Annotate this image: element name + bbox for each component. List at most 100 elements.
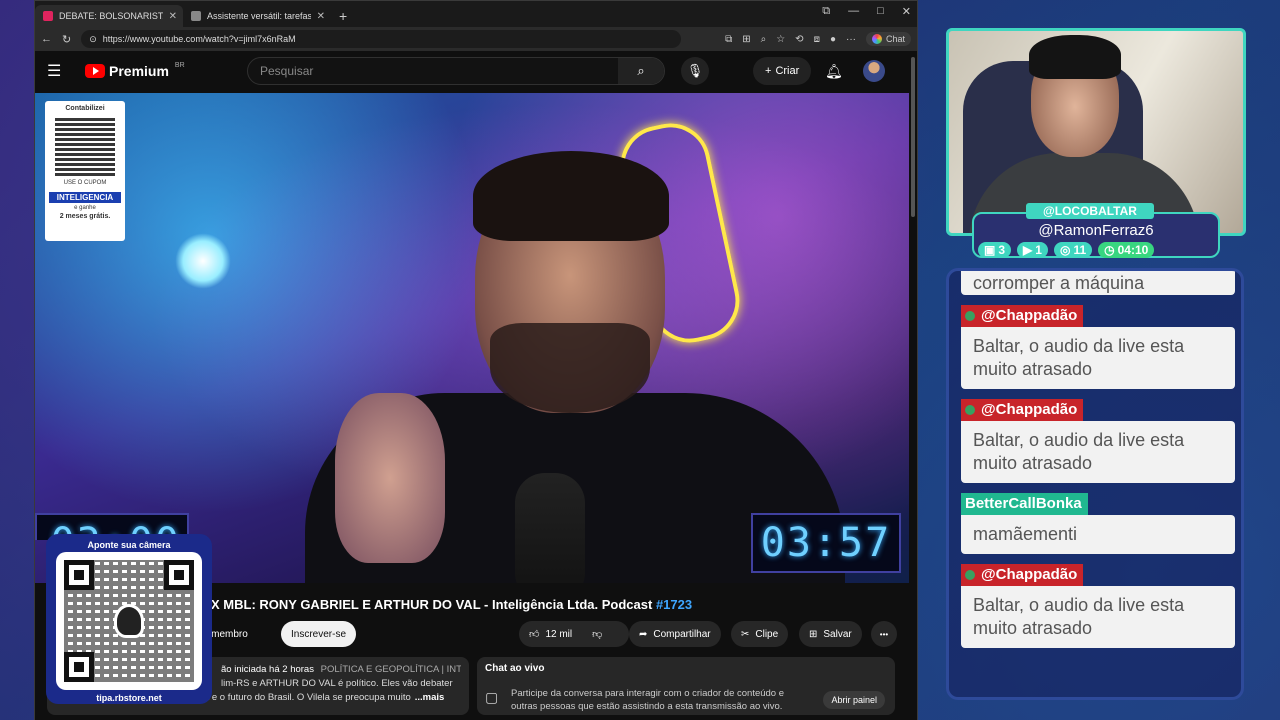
overlay-qr-panel: Aponte sua câmera tipa.rbstore.net — [46, 534, 212, 704]
subscribe-button[interactable]: Inscrever-se — [281, 621, 357, 647]
chat-icon: ▣ — [984, 243, 996, 257]
sponsor-qr-code — [55, 116, 115, 176]
tab-title: Assistente versátil: tarefas, respostas — [207, 11, 311, 21]
profile-icon[interactable]: ● — [830, 34, 836, 45]
apps-icon[interactable]: ⊞ — [742, 34, 750, 45]
youtube-logo[interactable]: Premium BR — [85, 61, 185, 79]
region-label: BR — [174, 61, 185, 69]
chat-message-text: Baltar, o audio da live esta muito atras… — [961, 421, 1235, 483]
extensions-icon[interactable]: ⟲ — [795, 34, 803, 45]
viewers-icon: ◎ — [1059, 243, 1071, 257]
speaker-hand — [335, 393, 445, 563]
voice-search-button[interactable]: 🎙︎ — [681, 57, 709, 85]
like-button[interactable]: 👍︎ 12 mil 👎︎ — [519, 621, 629, 647]
speaker-beard — [490, 323, 650, 413]
more-icon[interactable]: ··· — [846, 34, 856, 45]
member-badge-icon — [965, 570, 975, 581]
page-scrollbar[interactable] — [911, 57, 915, 217]
url-field[interactable]: ⊙ https://www.youtube.com/watch?v=jiml7x… — [81, 30, 682, 48]
toolbar-icons: ⧉ ⊞ ⌕ ☆ ⟲ ⧈ ● ··· Chat — [725, 32, 911, 46]
close-window-icon[interactable]: ✕ — [902, 5, 911, 18]
chat-message: @Chappadão Baltar, o audio da live esta … — [961, 305, 1235, 389]
address-bar: ← ↻ ⊙ https://www.youtube.com/watch?v=ji… — [35, 27, 917, 51]
channel-handle: @LOCOBALTAR — [1026, 203, 1154, 219]
sponsor-coupon-label: USE O CUPOM — [63, 180, 107, 186]
favorite-icon[interactable]: ☆ — [776, 34, 785, 45]
stream-chat-panel: corromper a máquina @Chappadão Baltar, o… — [946, 268, 1244, 700]
stat-time: ◷ 04:10 — [1098, 242, 1155, 258]
account-avatar[interactable] — [863, 60, 885, 82]
youtube-header: ☰ Premium BR Pesquisar ⌨ ⌕ 🎙︎ +Criar 🔔︎ — [35, 51, 917, 91]
clock-icon: ◷ — [1104, 243, 1115, 257]
site-info-icon[interactable]: ⊙ — [89, 34, 97, 45]
page-tab-icon — [191, 11, 201, 21]
mic-icon: 🎙︎ — [686, 63, 704, 78]
chat-message: @Chappadão Baltar, o audio da live esta … — [961, 564, 1235, 648]
chat-message: BetterCallBonka mamãementi — [961, 493, 1235, 554]
minimize-icon[interactable]: — — [848, 5, 859, 18]
chat-username: BetterCallBonka — [961, 493, 1088, 515]
zoom-icon[interactable]: ⌕ — [761, 34, 767, 45]
chat-username: @Chappadão — [961, 305, 1084, 327]
switch-window-icon[interactable]: ⧉ — [822, 5, 830, 18]
stat-value: 3 — [998, 243, 1006, 257]
youtube-tab-icon — [43, 11, 53, 21]
create-button[interactable]: + Criar — [753, 57, 812, 85]
chat-username-text: @Chappadão — [981, 401, 1078, 418]
video-hashtag[interactable]: #1723 — [656, 597, 692, 612]
notifications-icon[interactable]: 🔔︎ — [825, 63, 843, 80]
youtube-play-icon — [85, 64, 105, 78]
clip-label: Clipe — [755, 628, 779, 640]
url-text: https://www.youtube.com/watch?v=jiml7x6n… — [102, 34, 296, 44]
chat-message-text: Baltar, o audio da live esta muito atras… — [961, 586, 1235, 648]
back-icon[interactable]: ← — [41, 33, 52, 45]
create-label: Criar — [775, 65, 800, 77]
search-input[interactable]: Pesquisar ⌨ ⌕ — [247, 57, 665, 85]
tab-bar: DEBATE: BOLSONARISTA X MBL ✕ Assistente … — [35, 1, 917, 27]
search-button[interactable]: ⌕ — [618, 58, 664, 84]
stat-video: ▶ 1 — [1017, 242, 1048, 258]
sponsor-line1: e ganhe — [74, 205, 96, 211]
video-player[interactable]: Contabilizei USE O CUPOM INTELIGENCIA e … — [35, 93, 909, 583]
collections-icon[interactable]: ⧈ — [814, 34, 820, 45]
maximize-icon[interactable]: □ — [877, 5, 884, 18]
stat-chat: ▣ 3 — [978, 242, 1012, 258]
sponsor-name: Contabilizei — [65, 105, 105, 112]
qr-finder — [64, 652, 94, 682]
qr-url: tipa.rbstore.net — [96, 693, 162, 703]
stat-value: 11 — [1073, 243, 1087, 257]
chat-message-text: Baltar, o audio da live esta muito atras… — [961, 327, 1235, 389]
live-chat-prompt: Participe da conversa para interagir com… — [485, 687, 805, 713]
bookmark-icon: ⊞ — [809, 628, 818, 640]
plus-icon: + — [765, 65, 772, 77]
new-tab-button[interactable]: + — [331, 5, 355, 27]
chat-message-text: mamãementi — [961, 515, 1235, 554]
video-title: X MBL: RONY GABRIEL E ARTHUR DO VAL - In… — [211, 597, 692, 612]
chat-username: @Chappadão — [961, 399, 1084, 421]
member-badge-icon — [965, 311, 975, 322]
close-tab-icon[interactable]: ✕ — [317, 11, 325, 22]
save-button[interactable]: ⊞ Salvar — [799, 621, 862, 647]
show-more-link[interactable]: ...mais — [415, 691, 445, 705]
tab-assistente[interactable]: Assistente versátil: tarefas, respostas … — [183, 5, 331, 27]
close-tab-icon[interactable]: ✕ — [169, 11, 177, 22]
thumbs-down-icon[interactable]: 👎︎ — [592, 628, 602, 640]
more-actions-button[interactable]: ••• — [871, 621, 897, 647]
description-tags: POLÍTICA E GEOPOLÍTICA | INTE — [320, 664, 461, 675]
head-logo-icon — [114, 604, 144, 638]
share-label: Compartilhar — [653, 628, 711, 640]
share-button[interactable]: ➦ Compartilhar — [629, 621, 721, 647]
streamer-hair — [1029, 35, 1121, 79]
stat-viewers: ◎ 11 — [1053, 242, 1093, 258]
open-panel-button[interactable]: Abrir painel — [823, 691, 885, 709]
like-count: 12 mil — [545, 628, 573, 640]
copilot-chat-button[interactable]: Chat — [865, 32, 911, 46]
translate-icon[interactable]: ⧉ — [725, 34, 732, 45]
clip-button[interactable]: ✂ Clipe — [731, 621, 789, 647]
save-label: Salvar — [823, 628, 852, 640]
qr-finder — [164, 560, 194, 590]
menu-icon[interactable]: ☰ — [47, 61, 73, 81]
tab-debate[interactable]: DEBATE: BOLSONARISTA X MBL ✕ — [35, 5, 183, 27]
search-icon: ⌕ — [637, 63, 645, 78]
reload-icon[interactable]: ↻ — [62, 33, 71, 46]
